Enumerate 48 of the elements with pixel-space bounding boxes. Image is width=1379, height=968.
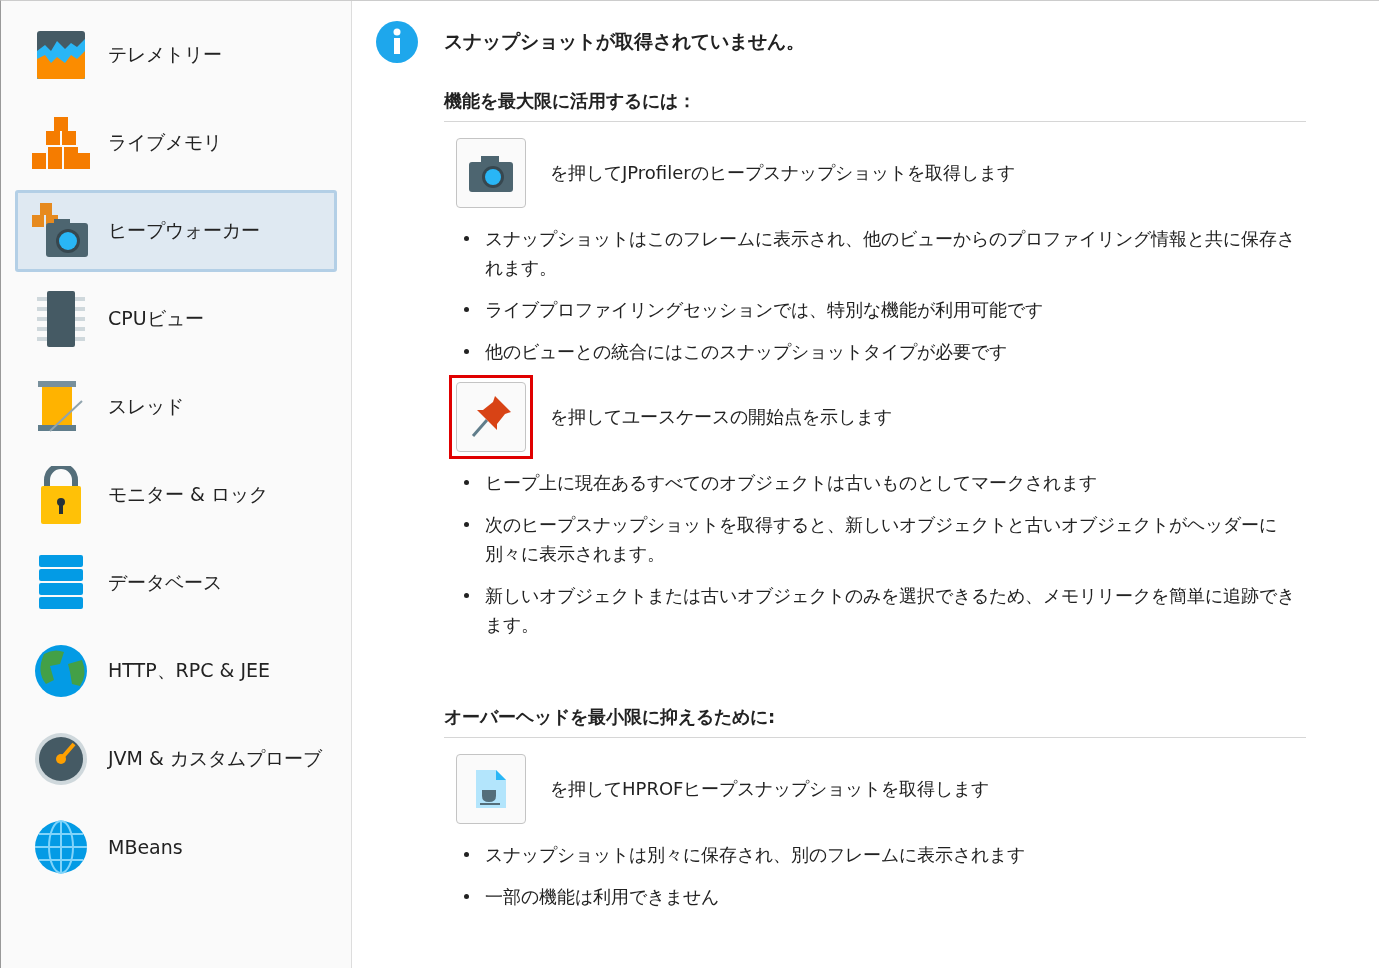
bullet-text: 他のビューとの統合にはこのスナップショットタイプが必要です xyxy=(485,340,1007,364)
toolbar-button[interactable] xyxy=(456,138,526,208)
toolbar-button[interactable] xyxy=(456,382,526,452)
chart-icon xyxy=(35,29,87,81)
database-icon xyxy=(39,555,83,611)
sidebar-item[interactable]: HTTP、RPC & JEE xyxy=(15,627,337,715)
bullet-text: スナップショットはこのフレームに表示され、他のビューからのプロファイリング情報と共に保存されます。 xyxy=(485,227,1296,280)
bullet-icon xyxy=(464,894,469,899)
bullet-text: 新しいオブジェクトまたは古いオブジェクトのみを選択できるため、メモリリークを簡単に追跡できます。 xyxy=(485,584,1296,637)
instruction-text: を押してユースケースの開始点を示します xyxy=(550,405,892,429)
camera-icon xyxy=(469,154,513,192)
bullet-text: 一部の機能は利用できません xyxy=(485,885,719,909)
bullet-icon xyxy=(464,852,469,857)
message-title: スナップショットが取得されていません。 xyxy=(444,29,805,54)
bullet-text: 次のヒープスナップショットを取得すると、新しいオブジェクトと古いオブジェクトがヘッダーに別々に表示されます。 xyxy=(485,513,1278,566)
bullet-icon xyxy=(464,349,469,354)
instruction-text: を押してHPROFヒープスナップショットを取得します xyxy=(550,777,990,801)
info-icon xyxy=(376,21,418,63)
sidebar-item[interactable]: ライブメモリ xyxy=(15,99,337,187)
cubes-camera-icon xyxy=(32,203,90,259)
sidebar-item[interactable]: データベース xyxy=(15,539,337,627)
bullet-icon xyxy=(464,307,469,312)
sidebar-item[interactable]: JVM & カスタムプローブ xyxy=(15,715,337,803)
sidebar-item[interactable]: テレメトリー xyxy=(15,11,337,99)
sidebar-item[interactable]: スレッド xyxy=(15,363,337,451)
bullet-icon xyxy=(464,236,469,241)
chip-icon xyxy=(37,291,85,347)
bullet-text: ヒープ上に現在あるすべてのオブジェクトは古いものとしてマークされます xyxy=(485,471,1097,495)
padlock-icon xyxy=(39,466,83,524)
globe-icon xyxy=(34,820,88,874)
sidebar-item[interactable]: MBeans xyxy=(15,803,337,891)
cubes-icon xyxy=(32,117,90,169)
section-heading: 機能を最大限に活用するには： xyxy=(444,63,1306,122)
bullet-text: ライブプロファイリングセッションでは、特別な機能が利用可能です xyxy=(485,298,1043,322)
earth-icon xyxy=(34,644,88,698)
section-heading: オーバーヘッドを最小限に抑えるために: xyxy=(444,679,1306,738)
toolbar-button[interactable] xyxy=(456,754,526,824)
gauge-icon xyxy=(34,732,88,786)
sidebar-item[interactable]: CPUビュー xyxy=(15,275,337,363)
bullet-text: スナップショットは別々に保存され、別のフレームに表示されます xyxy=(485,843,1025,867)
pushpin-icon xyxy=(471,396,511,438)
bullet-icon xyxy=(464,522,469,527)
instruction-text: を押してJProfilerのヒープスナップショットを取得します xyxy=(550,161,1015,185)
sidebar-item[interactable]: モニター & ロック xyxy=(15,451,337,539)
sidebar-item[interactable]: ヒープウォーカー xyxy=(15,190,337,272)
coffee-file-icon xyxy=(476,770,506,808)
bullet-icon xyxy=(464,593,469,598)
bullet-icon xyxy=(464,480,469,485)
